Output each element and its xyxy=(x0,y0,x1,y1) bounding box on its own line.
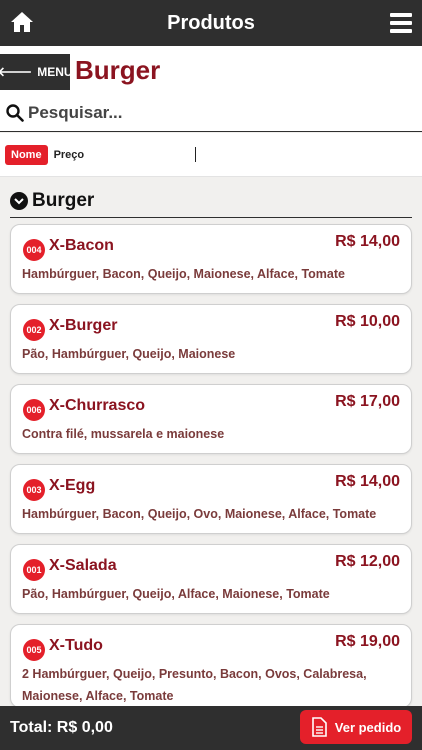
product-name: X-Tudo xyxy=(49,637,103,654)
product-description: Hambúrguer, Bacon, Queijo, Ovo, Maionese… xyxy=(22,507,377,521)
hamburger-menu-icon[interactable] xyxy=(390,13,412,33)
view-order-label: Ver pedido xyxy=(334,719,402,735)
product-description: Pão, Hambúrguer, Queijo, Alface, Maiones… xyxy=(22,587,330,601)
search-icon xyxy=(6,103,24,122)
product-price: R$ 10,00 xyxy=(335,313,400,330)
product-price: R$ 12,00 xyxy=(335,553,400,570)
text-cursor xyxy=(195,147,196,162)
product-card[interactable]: 004 X-Bacon R$ 14,00 Hambúrguer, Bacon, … xyxy=(10,224,412,294)
product-name: X-Salada xyxy=(49,557,117,574)
product-price: R$ 19,00 xyxy=(335,633,400,650)
product-code-badge: 003 xyxy=(23,479,45,501)
category-header: 🡐 MENU Burger xyxy=(0,46,422,94)
product-price: R$ 14,00 xyxy=(335,233,400,250)
product-price: R$ 14,00 xyxy=(335,473,400,490)
product-description: Hambúrguer, Bacon, Queijo, Maionese, Alf… xyxy=(22,267,345,281)
section-header[interactable]: Burger xyxy=(10,184,412,218)
product-card[interactable]: 003 X-Egg R$ 14,00 Hambúrguer, Bacon, Qu… xyxy=(10,464,412,534)
order-footer: Total: R$ 0,00 Ver pedido xyxy=(0,706,422,750)
product-code-badge: 002 xyxy=(23,319,45,341)
product-price: R$ 17,00 xyxy=(335,393,400,410)
product-description: Pão, Hambúrguer, Queijo, Maionese xyxy=(22,347,236,361)
product-description: Contra filé, mussarela e maionese xyxy=(22,427,225,441)
product-card[interactable]: 005 X-Tudo R$ 19,00 2 Hambúrguer, Queijo… xyxy=(10,624,412,708)
home-icon[interactable] xyxy=(10,11,34,33)
product-name: X-Bacon xyxy=(49,237,114,254)
product-card[interactable]: 002 X-Burger R$ 10,00 Pão, Hambúrguer, Q… xyxy=(10,304,412,374)
order-total: Total: R$ 0,00 xyxy=(10,719,113,736)
sort-by-name-button[interactable]: Nome xyxy=(5,144,48,165)
arrow-left-icon: 🡐 xyxy=(0,64,33,79)
section-label: Burger xyxy=(32,189,95,211)
page-header-title: Produtos xyxy=(167,11,255,34)
chevron-down-circle-icon xyxy=(10,191,28,210)
product-description: 2 Hambúrguer, Queijo, Presunto, Bacon, O… xyxy=(22,667,367,703)
product-name: X-Burger xyxy=(49,317,118,334)
category-title: Burger xyxy=(75,54,161,85)
search-input[interactable]: Pesquisar... xyxy=(0,94,422,132)
product-card[interactable]: 006 X-Churrasco R$ 17,00 Contra filé, mu… xyxy=(10,384,412,454)
view-order-button[interactable]: Ver pedido xyxy=(300,710,412,744)
product-name: X-Churrasco xyxy=(49,397,146,414)
menu-button-label: MENU xyxy=(37,65,73,79)
document-icon xyxy=(311,717,327,737)
product-code-badge: 004 xyxy=(23,239,45,261)
top-bar: Produtos xyxy=(0,0,422,46)
search-placeholder: Pesquisar... xyxy=(28,102,123,122)
sort-bar: Nome Preço xyxy=(0,133,422,177)
product-code-badge: 006 xyxy=(23,399,45,421)
sort-by-price-button[interactable]: Preço xyxy=(54,149,85,161)
product-name: X-Egg xyxy=(49,477,96,494)
product-code-badge: 001 xyxy=(23,559,45,581)
product-card[interactable]: 001 X-Salada R$ 12,00 Pão, Hambúrguer, Q… xyxy=(10,544,412,614)
back-to-menu-button[interactable]: 🡐 MENU xyxy=(0,54,73,90)
product-code-badge: 005 xyxy=(23,639,45,661)
